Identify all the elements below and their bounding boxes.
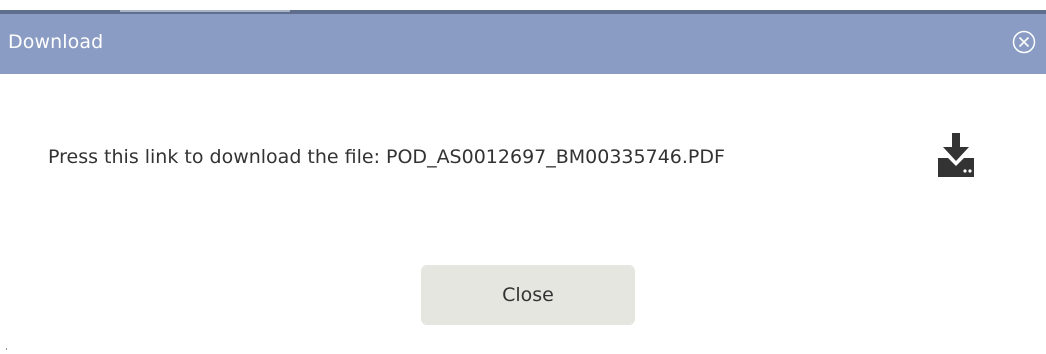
- dialog-title-bar[interactable]: Download: [0, 14, 1046, 74]
- close-icon[interactable]: [1012, 30, 1036, 54]
- dialog-title: Download: [8, 31, 104, 53]
- download-dialog: Download Press this link to download the…: [0, 0, 1046, 354]
- close-button[interactable]: Close: [421, 265, 635, 325]
- download-message: Press this link to download the file: PO…: [48, 146, 725, 168]
- top-border-highlight: [120, 10, 290, 12]
- download-icon[interactable]: [934, 130, 978, 182]
- message-row: Press this link to download the file: PO…: [0, 130, 1046, 190]
- corner-mark: [6, 348, 7, 350]
